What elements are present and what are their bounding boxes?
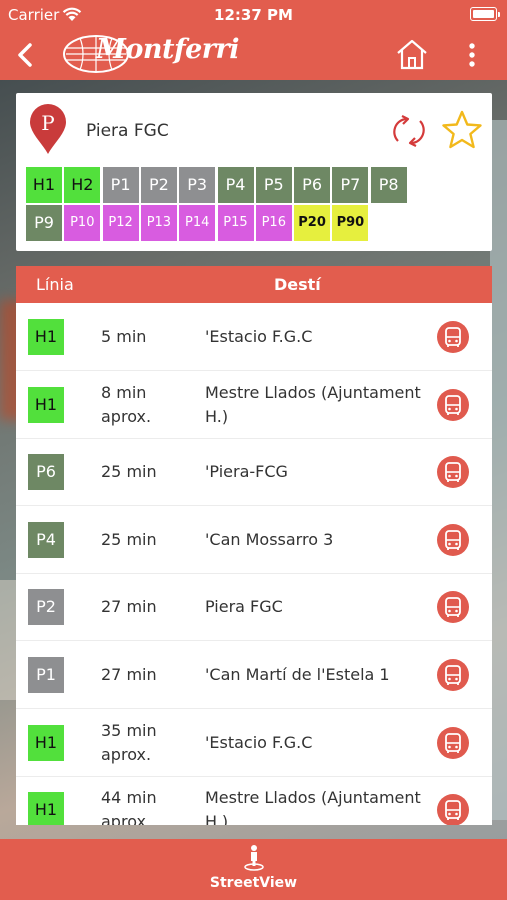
line-chip-p9[interactable]: P9 [26, 205, 62, 241]
line-chip-p10[interactable]: P10 [64, 205, 101, 241]
nav-bar: Montferri [0, 30, 507, 80]
departure-time: 25 min [101, 529, 157, 549]
departure-time: 35 min aprox. [101, 720, 157, 764]
column-header-line: Línia [36, 275, 74, 294]
departure-row[interactable]: H1 5 min 'Estacio F.G.C [16, 303, 492, 371]
departure-destination: 'Can Martí de l'Estela 1 [205, 665, 390, 684]
line-chip-h1[interactable]: H1 [26, 167, 62, 203]
line-badge: H1 [28, 792, 64, 825]
bus-icon[interactable] [437, 523, 469, 556]
line-badge: H1 [28, 319, 64, 355]
departure-time: 44 min aprox. [101, 788, 157, 825]
streetview-button[interactable]: StreetView [0, 839, 507, 900]
line-chip-p12[interactable]: P12 [102, 205, 139, 241]
departure-row[interactable]: P6 25 min 'Piera-FCG [16, 438, 492, 507]
stop-name: Piera FGC [86, 121, 169, 141]
departure-destination: 'Estacio F.G.C [205, 327, 313, 346]
line-chip-p16[interactable]: P16 [255, 205, 292, 241]
line-chip-p14[interactable]: P14 [179, 205, 216, 241]
stop-card: P Piera FGC H1 H2 P1 P2 P3 P4 P5 P6 P7 P8 P9 P10 P12… [16, 93, 492, 251]
departure-destination: 'Can Mossarro 3 [205, 529, 334, 549]
departure-row[interactable]: H1 8 min aprox. Mestre Llados (Ajuntament … [16, 371, 492, 439]
line-badge: P4 [28, 521, 64, 558]
montferri-logo: Montferri [58, 30, 240, 78]
line-chip-p6[interactable]: P6 [294, 167, 331, 203]
bus-icon[interactable] [437, 388, 469, 421]
logo-text: Montferri [96, 34, 240, 65]
departure-destination: Mestre Llados (Ajuntament H.) [205, 382, 421, 426]
line-chip-p5[interactable]: P5 [255, 167, 292, 203]
home-button[interactable] [394, 36, 430, 72]
line-badge: P1 [28, 657, 64, 693]
line-chip-p4[interactable]: P4 [217, 167, 254, 203]
departure-time: 8 min aprox. [101, 382, 152, 426]
departure-time: 5 min [101, 327, 147, 346]
departure-row[interactable]: H1 44 min aprox. Mestre Llados (Ajuntament… [16, 776, 492, 825]
battery-icon [470, 7, 500, 21]
streetview-icon [243, 844, 265, 872]
more-vertical-icon [469, 43, 475, 67]
departure-time: 27 min [101, 597, 157, 617]
more-button[interactable] [460, 38, 484, 72]
line-chip-p1[interactable]: P1 [102, 167, 139, 203]
bus-icon[interactable] [437, 659, 469, 691]
refresh-icon [393, 115, 425, 147]
bus-icon[interactable] [437, 321, 469, 353]
departure-row[interactable]: H1 35 min aprox. 'Estacio F.G.C [16, 709, 492, 777]
line-chip-p15[interactable]: P15 [217, 205, 254, 241]
streetview-label: StreetView [209, 875, 298, 891]
favorite-button[interactable] [440, 109, 484, 151]
departure-destination: 'Piera-FCG [205, 462, 288, 482]
line-chip-h2[interactable]: H2 [64, 167, 101, 203]
line-badge: H1 [28, 724, 64, 761]
background-decoration [490, 120, 507, 820]
pin-letter: P [41, 111, 54, 135]
line-chip-p13[interactable]: P13 [140, 205, 177, 241]
line-chip-p7[interactable]: P7 [332, 167, 369, 203]
line-badge: P2 [28, 589, 64, 626]
status-bar: Carrier 12:37 PM [0, 0, 507, 30]
bus-icon[interactable] [437, 726, 469, 759]
chevron-left-icon [18, 43, 32, 67]
line-chip-p8[interactable]: P8 [370, 167, 407, 203]
back-button[interactable] [10, 38, 44, 72]
table-header: Línia Destí [16, 266, 492, 303]
map-pin-icon: P [28, 103, 68, 155]
line-chip-p2[interactable]: P2 [140, 167, 177, 203]
column-header-destination: Destí [274, 275, 321, 294]
departure-destination: 'Estacio F.G.C [205, 732, 313, 752]
home-icon [397, 39, 427, 70]
departure-destination: Mestre Llados (Ajuntament H.) [205, 788, 421, 825]
clock: 12:37 PM [214, 6, 293, 24]
departure-row[interactable]: P2 27 min Piera FGC [16, 573, 492, 642]
line-badge: H1 [28, 386, 64, 423]
bus-icon[interactable] [437, 794, 469, 825]
departure-destination: Piera FGC [205, 597, 283, 617]
departure-row[interactable]: P1 27 min 'Can Martí de l'Estela 1 [16, 641, 492, 709]
bus-icon[interactable] [437, 591, 469, 624]
line-chip-p90[interactable]: P90 [332, 205, 369, 241]
departure-row[interactable]: P4 25 min 'Can Mossarro 3 [16, 506, 492, 574]
line-chip-p20[interactable]: P20 [294, 205, 331, 241]
departure-time: 27 min [101, 665, 157, 684]
departures-list[interactable]: H1 5 min 'Estacio F.G.C H1 8 min aprox. Mestr… [16, 303, 492, 825]
bus-icon[interactable] [437, 456, 469, 489]
refresh-button[interactable] [388, 111, 430, 151]
departure-time: 25 min [101, 462, 157, 482]
line-badge: P6 [28, 454, 64, 491]
star-icon [442, 110, 482, 149]
line-chip-p3[interactable]: P3 [179, 167, 216, 203]
